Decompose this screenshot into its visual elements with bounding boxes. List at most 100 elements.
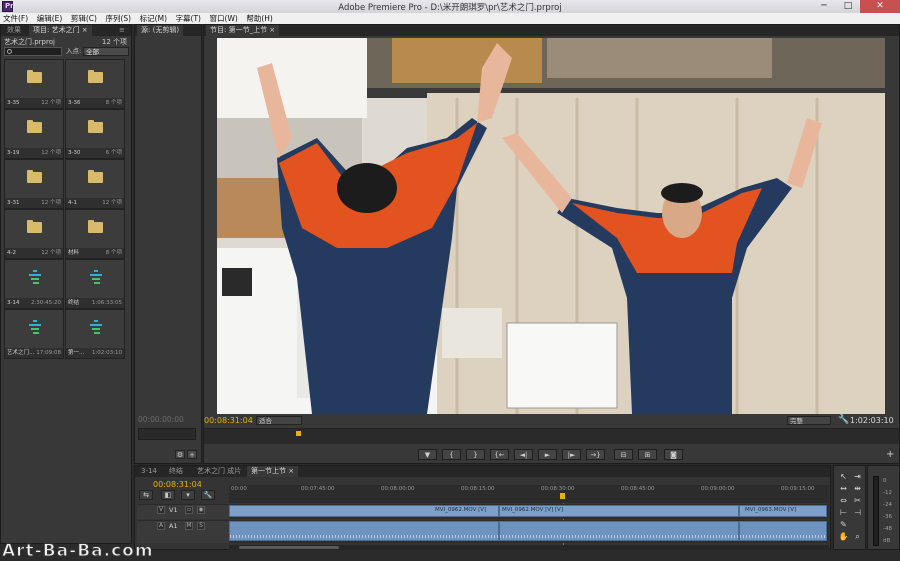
maximize-button[interactable]: □: [836, 0, 860, 13]
tab-seq-first-section[interactable]: 第一节上节 ×: [247, 466, 299, 477]
tab-seq-art-gate[interactable]: 艺术之门 成片: [193, 466, 245, 477]
ruler-label: 00:08:30:00: [541, 486, 575, 492]
export-frame-button[interactable]: ◙: [664, 449, 683, 460]
menu-window[interactable]: 窗口(W): [207, 13, 241, 24]
audio-clip[interactable]: [229, 521, 499, 541]
slip-tool-icon[interactable]: ⊢: [838, 508, 849, 518]
folder-icon: [27, 220, 42, 233]
menu-title[interactable]: 字幕(T): [173, 13, 204, 24]
bin-item[interactable]: 3-14 2:30:45:20: [4, 259, 64, 309]
menu-bar: 文件(F) 编辑(E) 剪辑(C) 序列(S) 标记(M) 字幕(T) 窗口(W…: [0, 13, 900, 24]
hand-tool-icon[interactable]: ✋: [838, 532, 849, 542]
in-point-select[interactable]: 全部: [83, 47, 129, 56]
go-to-in-button[interactable]: {←: [490, 449, 509, 460]
bin-item[interactable]: 材料 8 个项: [65, 209, 125, 259]
program-timecode[interactable]: 00:08:31:04: [204, 416, 253, 425]
bin-item[interactable]: 3-35 12 个项: [4, 59, 64, 109]
bin-item[interactable]: 3-19 12 个项: [4, 109, 64, 159]
play-button[interactable]: ►: [538, 449, 557, 460]
source-settings-button[interactable]: ⚙: [175, 450, 185, 459]
bin-item[interactable]: 3-36 8 个项: [65, 59, 125, 109]
eye-icon[interactable]: ◉: [197, 506, 205, 514]
source-add-button[interactable]: +: [187, 450, 197, 459]
minimize-button[interactable]: ─: [812, 0, 836, 13]
timeline-scroll-thumb[interactable]: [239, 546, 339, 549]
track-select-tool-icon[interactable]: ⇥: [852, 472, 863, 482]
folder-icon: [27, 120, 42, 133]
track-a1[interactable]: [229, 520, 829, 543]
menu-edit[interactable]: 编辑(E): [34, 13, 66, 24]
mark-in-button[interactable]: {: [442, 449, 461, 460]
audio-clip[interactable]: [739, 521, 827, 541]
lift-button[interactable]: ⊟: [614, 449, 633, 460]
selection-tool-icon[interactable]: ↖: [838, 472, 849, 482]
timeline-settings-icon[interactable]: 🔧: [201, 490, 215, 500]
bin-item[interactable]: 4-1 12 个项: [65, 159, 125, 209]
bin-item[interactable]: 3-30 6 个项: [65, 109, 125, 159]
lock-icon[interactable]: ▫: [185, 506, 193, 514]
mark-out-button[interactable]: }: [466, 449, 485, 460]
track-target-toggle[interactable]: A: [157, 522, 165, 530]
add-marker-icon[interactable]: ▾: [181, 490, 195, 500]
menu-marker[interactable]: 标记(M): [137, 13, 170, 24]
slide-tool-icon[interactable]: ⊣: [852, 508, 863, 518]
ripple-edit-tool-icon[interactable]: ↔: [838, 484, 849, 494]
rolling-edit-tool-icon[interactable]: ⇹: [852, 484, 863, 494]
timeline-scrollbar[interactable]: [229, 545, 829, 550]
timeline-playhead[interactable]: [560, 493, 565, 499]
track-v1[interactable]: MVI_0962.MOV [V] MVI_0962.MOV [V] [V] MV…: [229, 504, 829, 519]
menu-clip[interactable]: 剪辑(C): [68, 13, 100, 24]
project-search-input[interactable]: [4, 47, 62, 56]
pen-tool-icon[interactable]: ✎: [838, 520, 849, 530]
tab-project[interactable]: 项目: 艺术之门 ×: [29, 25, 92, 36]
audio-clip[interactable]: [499, 521, 739, 541]
step-back-button[interactable]: ◄|: [514, 449, 533, 460]
snap-icon[interactable]: ⇆: [139, 490, 153, 500]
razor-tool-icon[interactable]: ✂: [852, 496, 863, 506]
program-add-button[interactable]: +: [886, 449, 894, 460]
program-video-frame[interactable]: [217, 38, 885, 414]
folder-icon: [88, 70, 103, 83]
menu-file[interactable]: 文件(F): [0, 13, 31, 24]
bin-item[interactable]: 第一... 1:02:03:10: [65, 309, 125, 359]
video-clip[interactable]: MVI_0962.MOV [V] [V]: [499, 505, 739, 517]
rate-stretch-tool-icon[interactable]: ⇔: [838, 496, 849, 506]
tab-effects[interactable]: 效果: [3, 25, 25, 36]
timeline-ruler[interactable]: 00:00 00:07:45:00 00:08:00:00 00:08:15:0…: [229, 485, 829, 503]
track-header-v1: V V1 ▫ ◉: [137, 504, 229, 519]
panel-menu-icon[interactable]: ≡: [115, 25, 129, 36]
bin-item[interactable]: 4-2 12 个项: [4, 209, 64, 259]
extract-button[interactable]: ⊞: [638, 449, 657, 460]
tab-program[interactable]: 节目: 第一节_上节 ×: [206, 25, 280, 36]
menu-help[interactable]: 帮助(H): [243, 13, 276, 24]
track-label-a1: A1: [169, 522, 178, 530]
program-scrub-bar[interactable]: [204, 428, 899, 444]
tab-seq-end[interactable]: 终结: [165, 466, 187, 477]
step-forward-button[interactable]: |►: [562, 449, 581, 460]
tab-source[interactable]: 源: (无剪辑): [137, 25, 184, 36]
zoom-tool-icon[interactable]: ⌕: [852, 532, 863, 542]
add-marker-button[interactable]: ▼: [418, 449, 437, 460]
solo-icon[interactable]: S: [197, 522, 205, 530]
source-timecode[interactable]: 00:00:00:00: [138, 415, 184, 424]
linked-selection-icon[interactable]: ◧: [161, 490, 175, 500]
program-quality-select[interactable]: 完整: [787, 416, 831, 425]
bin-item[interactable]: 3-31 12 个项: [4, 159, 64, 209]
menu-sequence[interactable]: 序列(S): [103, 13, 135, 24]
mute-icon[interactable]: M: [185, 522, 193, 530]
track-target-toggle[interactable]: V: [157, 506, 165, 514]
ruler-label: 00:08:45:00: [621, 486, 655, 492]
video-clip[interactable]: MVI_0962.MOV [V]: [229, 505, 499, 517]
video-clip[interactable]: MVI_0963.MOV [V]: [739, 505, 827, 517]
bin-item[interactable]: 艺术之门... 17:09:08: [4, 309, 64, 359]
source-scrub-bar[interactable]: [138, 428, 196, 440]
ruler-label: 00:09:15:00: [781, 486, 815, 492]
program-fit-select[interactable]: 适合: [256, 416, 302, 425]
timeline-timecode[interactable]: 00:08:31:04: [153, 480, 202, 489]
wrench-icon[interactable]: 🔧: [838, 415, 849, 425]
program-playhead[interactable]: [296, 431, 301, 436]
bin-item[interactable]: 终结 1:06:33:05: [65, 259, 125, 309]
go-to-out-button[interactable]: →}: [586, 449, 605, 460]
close-button[interactable]: ✕: [860, 0, 900, 13]
tab-seq-3-14[interactable]: 3-14: [137, 466, 161, 477]
